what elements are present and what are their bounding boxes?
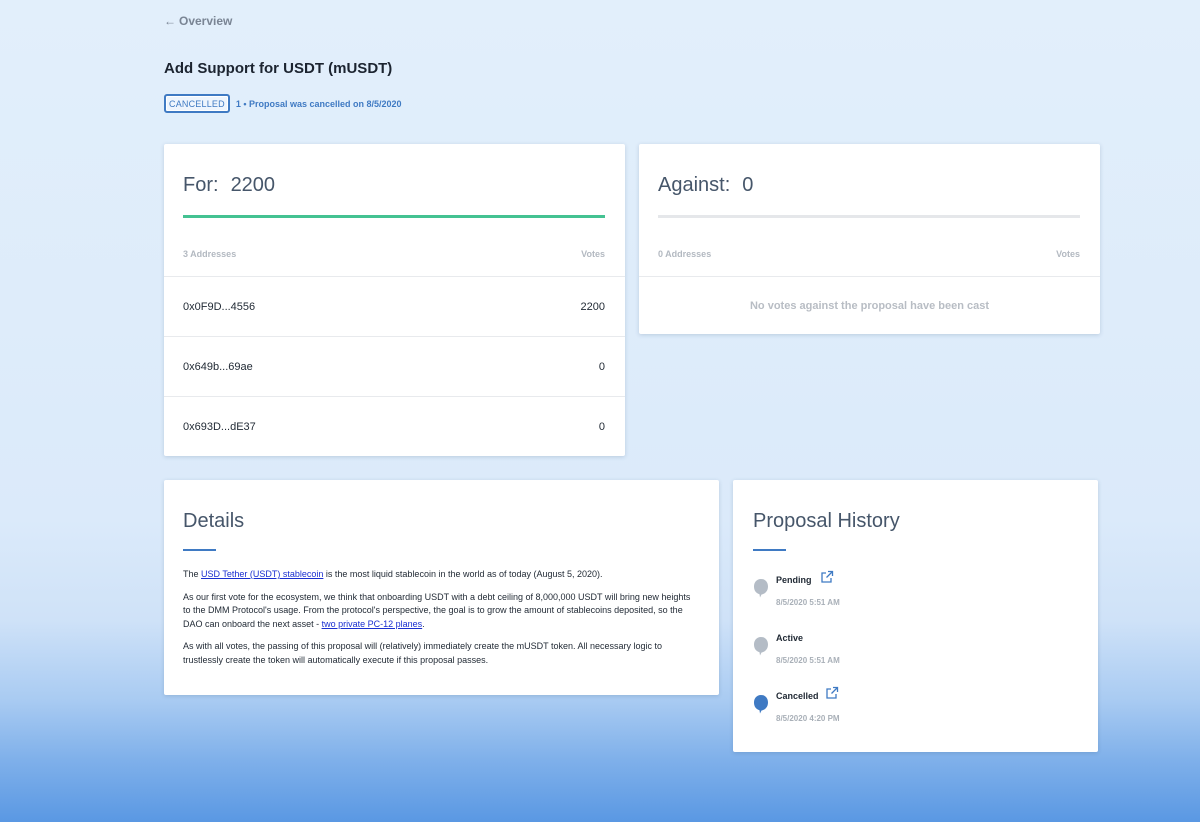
proposal-history-heading: Proposal History (753, 510, 900, 532)
paragraph-text: . (422, 618, 425, 629)
status-badge: CANCELLED (164, 94, 230, 113)
voter-votes: 0 (598, 360, 605, 373)
back-to-overview-link[interactable]: ← Overview (164, 14, 232, 28)
heading-underline (753, 549, 786, 551)
votes-against-card: Against: 0 0 Addresses Votes No votes aga… (639, 144, 1100, 334)
timeline-dot-icon (754, 637, 768, 656)
paragraph-text: The (183, 569, 202, 579)
votes-against-heading: Against: 0 (658, 174, 1080, 197)
votes-for-label: For: (183, 174, 219, 196)
details-paragraph: The USD Tether (USDT) stablecoin is the … (183, 568, 693, 582)
history-item-pending: Pending 8/5/2020 5:51 AM (753, 570, 1078, 633)
back-link-label: Overview (179, 14, 233, 28)
status-description: 1 • Proposal was cancelled on 8/5/2020 (235, 98, 402, 109)
voter-row[interactable]: 0x693D...dE37 0 (164, 396, 625, 456)
usdt-stablecoin-link[interactable]: USD Tether (USDT) stablecoin (201, 569, 323, 579)
details-paragraph: As our first vote for the ecosystem, we … (183, 591, 693, 632)
votes-column-header: Votes (581, 249, 605, 259)
voter-votes: 0 (598, 420, 605, 433)
voter-address[interactable]: 0x0F9D...4556 (183, 301, 255, 313)
proposal-status: CANCELLED 1 • Proposal was cancelled on … (164, 94, 402, 113)
votes-against-addresses-count: 0 Addresses (658, 249, 712, 259)
paragraph-text: is the most liquid stablecoin in the wor… (323, 569, 603, 579)
voter-votes: 2200 (580, 300, 605, 313)
history-status-label: Active (776, 633, 804, 643)
history-timestamp: 8/5/2020 5:51 AM (776, 598, 840, 607)
voter-address[interactable]: 0x649b...69ae (183, 361, 253, 373)
votes-for-total: 2200 (230, 174, 276, 196)
details-card: Details The USD Tether (USDT) stablecoin… (164, 480, 719, 695)
history-item-active: Active 8/5/2020 5:51 AM (753, 633, 1078, 691)
votes-against-label: Against: (658, 174, 731, 196)
votes-for-addresses-count: 3 Addresses (183, 249, 237, 259)
voter-row[interactable]: 0x0F9D...4556 2200 (164, 276, 625, 336)
details-body: The USD Tether (USDT) stablecoin is the … (183, 568, 693, 667)
voter-address[interactable]: 0x693D...dE37 (183, 421, 256, 433)
details-paragraph: As with all votes, the passing of this p… (183, 641, 663, 665)
votes-against-total: 0 (742, 174, 754, 196)
details-heading: Details (183, 510, 245, 532)
history-timeline: Pending 8/5/2020 5:51 AM Active 8/5/2020… (753, 570, 1078, 749)
history-status-label: Cancelled (776, 691, 819, 701)
external-link-icon[interactable] (820, 570, 834, 584)
timeline-dot-icon (754, 579, 768, 598)
proposal-history-card: Proposal History Pending 8/5/2020 5:51 A… (733, 480, 1098, 752)
voter-row[interactable]: 0x649b...69ae 0 (164, 336, 625, 396)
page-title: Add Support for USDT (mUSDT) (164, 60, 393, 77)
external-link-icon[interactable] (825, 686, 839, 700)
timeline-dot-icon (754, 695, 768, 714)
arrow-left-icon: ← (164, 14, 176, 28)
votes-column-header: Votes (1056, 249, 1080, 259)
votes-for-table-header: 3 Addresses Votes (164, 218, 625, 276)
history-timestamp: 8/5/2020 4:20 PM (776, 714, 840, 723)
pc12-planes-link[interactable]: two private PC-12 planes (322, 619, 423, 629)
votes-against-table-header: 0 Addresses Votes (639, 218, 1100, 276)
paragraph-text: As our first vote for the ecosystem, we … (183, 591, 691, 629)
no-votes-message: No votes against the proposal have been … (639, 276, 1100, 334)
history-timestamp: 8/5/2020 5:51 AM (776, 656, 840, 665)
votes-for-heading: For: 2200 (183, 174, 605, 197)
history-item-cancelled: Cancelled 8/5/2020 4:20 PM (753, 686, 1078, 749)
history-status-label: Pending (776, 575, 812, 585)
votes-for-card: For: 2200 3 Addresses Votes 0x0F9D...4556… (164, 144, 625, 456)
heading-underline (183, 549, 216, 551)
